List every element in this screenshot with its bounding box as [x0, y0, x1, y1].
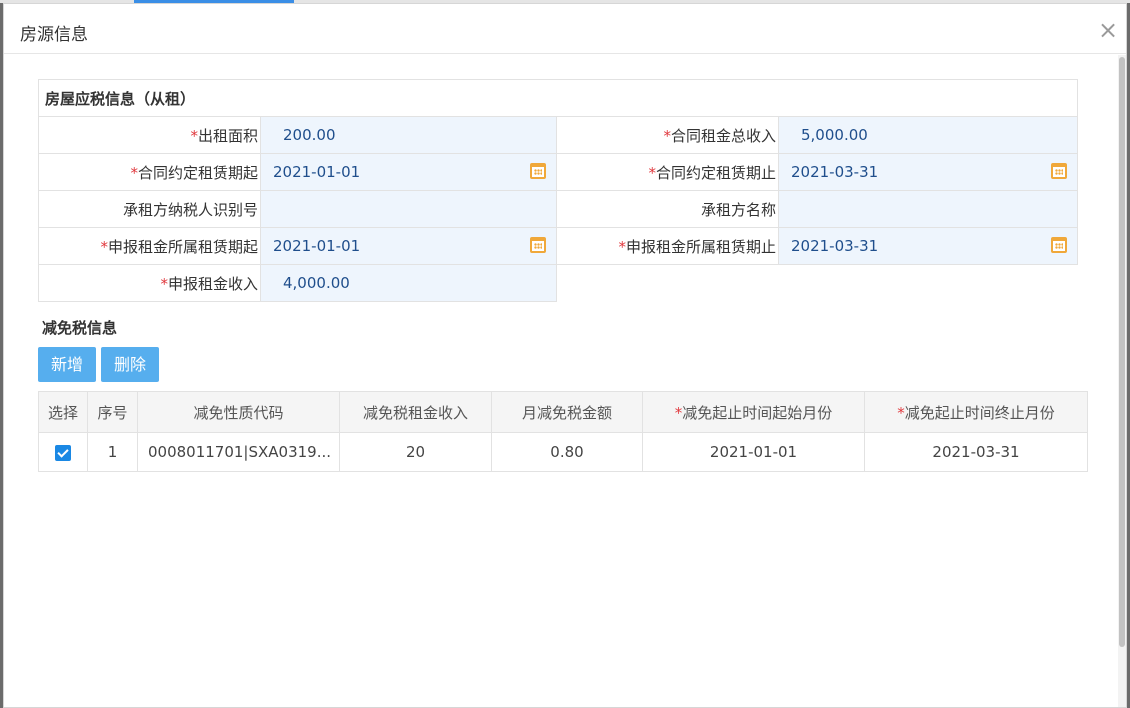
declared-income-field[interactable]: 4,000.00 — [260, 264, 557, 302]
form-row: *申报租金收入 4,000.00 — [38, 264, 1078, 302]
required-mark: * — [100, 237, 108, 256]
form-row: *申报租金所属租赁期起 2021-01-01 *申报租金所属租赁期止 2021-… — [38, 227, 1079, 265]
lessee-tax-id-label: 承租方纳税人识别号 — [38, 190, 261, 228]
row-index: 1 — [87, 432, 138, 472]
empty-cell — [556, 264, 1078, 302]
required-mark: * — [130, 163, 138, 182]
col-select: 选择 — [38, 391, 88, 433]
delete-button[interactable]: 删除 — [101, 347, 159, 382]
table-header-row: 选择 序号 减免性质代码 减免税租金收入 月减免税金额 *减免起止时间起始月份 … — [38, 391, 1088, 433]
rental-section-title: 房屋应税信息（从租） — [37, 79, 1079, 117]
dialog-title: 房源信息 — [20, 25, 88, 45]
contract-total-income-field[interactable]: 5,000.00 — [777, 116, 1079, 154]
col-start-month: *减免起止时间起始月份 — [642, 391, 865, 433]
contract-start-date-value: 2021-01-01 — [273, 163, 361, 181]
required-mark: * — [618, 237, 626, 256]
row-checkbox[interactable] — [55, 444, 71, 461]
contract-start-label: *合同约定租赁期起 — [38, 153, 261, 191]
lessee-name-field[interactable] — [777, 190, 1079, 228]
col-monthly-relief: 月减免税金额 — [491, 391, 643, 433]
row-end-month[interactable]: 2021-03-31 — [864, 432, 1088, 472]
form-row: 承租方纳税人识别号 承租方名称 — [38, 190, 1079, 228]
declared-income-label: *申报租金收入 — [38, 264, 261, 302]
declared-period-start-label: *申报租金所属租赁期起 — [38, 227, 261, 265]
relief-table: 选择 序号 减免性质代码 减免税租金收入 月减免税金额 *减免起止时间起始月份 … — [38, 391, 1088, 472]
close-icon[interactable]: × — [1098, 18, 1118, 42]
declared-period-end-label: *申报租金所属租赁期止 — [556, 227, 779, 265]
required-mark: * — [160, 274, 168, 293]
vertical-scrollbar[interactable] — [1118, 55, 1126, 707]
contract-end-date-value: 2021-03-31 — [791, 163, 879, 181]
col-relief-income: 减免税租金收入 — [339, 391, 492, 433]
row-select-cell — [38, 432, 88, 472]
scrollbar-thumb[interactable] — [1119, 57, 1125, 647]
required-mark: * — [897, 403, 905, 422]
declared-period-start-field[interactable]: 2021-01-01 — [260, 227, 557, 265]
form-row: *合同约定租赁期起 2021-01-01 *合同约定租赁期止 2021-03-3… — [38, 153, 1079, 191]
lessee-name-label: 承租方名称 — [556, 190, 779, 228]
calendar-icon[interactable] — [530, 237, 546, 253]
add-button[interactable]: 新增 — [38, 347, 96, 382]
table-row[interactable]: 1 0008011701|SXA0319... 20 0.80 2021-01-… — [38, 432, 1088, 472]
rental-area-field[interactable]: 200.00 — [260, 116, 557, 154]
required-mark: * — [663, 126, 671, 145]
contract-end-label: *合同约定租赁期止 — [556, 153, 779, 191]
contract-start-date-field[interactable]: 2021-01-01 — [260, 153, 557, 191]
declared-period-end-value: 2021-03-31 — [791, 237, 879, 255]
calendar-icon[interactable] — [1051, 163, 1068, 179]
rental-tax-form: 房屋应税信息（从租） *出租面积 200.00 *合同租金总收入 5,000.0… — [37, 79, 1079, 302]
col-end-month: *减免起止时间终止月份 — [864, 391, 1088, 433]
row-start-month[interactable]: 2021-01-01 — [642, 432, 865, 472]
required-mark: * — [648, 163, 656, 182]
row-relief-income[interactable]: 20 — [339, 432, 492, 472]
col-relief-code: 减免性质代码 — [137, 391, 340, 433]
row-monthly-relief[interactable]: 0.80 — [491, 432, 643, 472]
house-info-dialog: 房源信息 × 房屋应税信息（从租） *出租面积 200.00 *合同租金总收入 … — [3, 3, 1127, 708]
contract-total-income-label: *合同租金总收入 — [556, 116, 779, 154]
col-index: 序号 — [87, 391, 138, 433]
relief-section-title: 减免税信息 — [42, 319, 118, 337]
declared-period-start-value: 2021-01-01 — [273, 237, 361, 255]
calendar-icon[interactable] — [530, 163, 546, 179]
declared-period-end-field[interactable]: 2021-03-31 — [777, 227, 1079, 265]
form-row: *出租面积 200.00 *合同租金总收入 5,000.00 — [38, 116, 1079, 154]
required-mark: * — [190, 126, 198, 145]
contract-end-date-field[interactable]: 2021-03-31 — [777, 153, 1079, 191]
dialog-header: 房源信息 × — [4, 4, 1126, 54]
rental-area-label: *出租面积 — [38, 116, 261, 154]
calendar-icon[interactable] — [1051, 237, 1068, 253]
row-relief-code[interactable]: 0008011701|SXA0319... — [137, 432, 340, 472]
lessee-tax-id-field[interactable] — [260, 190, 557, 228]
